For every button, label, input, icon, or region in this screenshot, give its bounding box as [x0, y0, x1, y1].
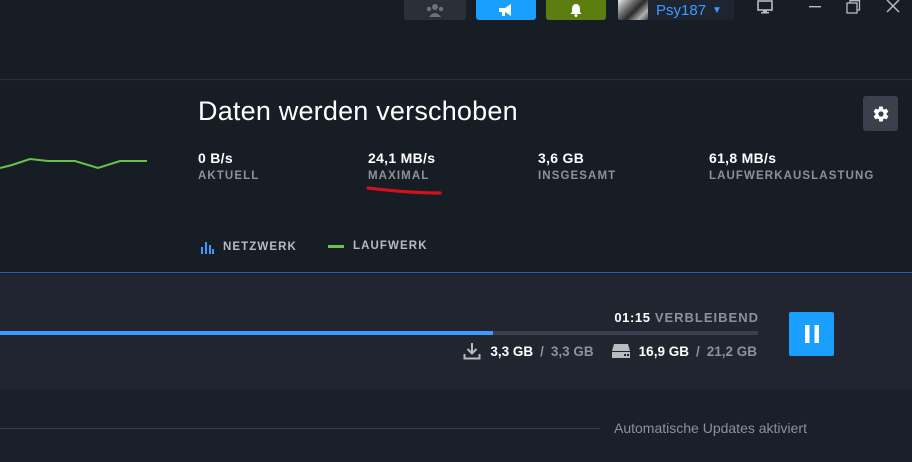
disk-graph-line	[0, 157, 147, 170]
bell-icon	[570, 4, 582, 17]
time-remaining-label: VERBLEIBEND	[654, 310, 759, 325]
megaphone-icon	[499, 4, 511, 16]
chevron-down-icon: ▼	[712, 5, 722, 16]
stat-label: INSGESAMT	[538, 170, 617, 182]
friends-icon	[426, 4, 444, 17]
legend-network-label: NETZWERK	[223, 241, 297, 253]
disk-current: 16,9 GB	[638, 343, 689, 359]
network-bars-icon	[201, 242, 214, 254]
notifications-button[interactable]	[546, 0, 606, 20]
user-menu[interactable]: Psy187 ▼	[648, 0, 734, 20]
friends-button[interactable]	[404, 0, 466, 20]
red-underline-annotation	[366, 186, 442, 195]
download-current: 3,3 GB	[490, 343, 534, 359]
stat-value: 0 B/s	[198, 150, 233, 166]
size-separator: /	[540, 343, 544, 359]
download-icon	[463, 343, 481, 360]
big-picture-button[interactable]	[752, 0, 778, 14]
maximize-icon	[846, 0, 861, 14]
stat-disk-usage: 61,8 MB/s LAUFWERKAUSLASTUNG	[709, 150, 874, 182]
minimize-button[interactable]	[802, 0, 828, 14]
time-remaining: 01:15 VERBLEIBEND	[614, 310, 759, 325]
stat-label: AKTUELL	[198, 170, 260, 182]
stat-total: 3,6 GB INSGESAMT	[538, 150, 616, 182]
download-stats-panel: Daten werden verschoben 0 B/s AKTUELL 24…	[0, 81, 912, 273]
monitor-icon	[757, 0, 773, 14]
announcements-button[interactable]	[476, 0, 536, 20]
queue-section: Automatische Updates aktiviert	[0, 390, 912, 462]
maximize-button[interactable]	[840, 0, 866, 14]
disk-total: 21,2 GB	[706, 343, 757, 359]
legend-disk: LAUFWERK	[328, 240, 428, 252]
stat-label: LAUFWERKAUSLASTUNG	[709, 170, 875, 182]
stat-current: 0 B/s AKTUELL	[198, 150, 259, 182]
panel-title: Daten werden verschoben	[198, 96, 518, 126]
close-icon	[886, 0, 900, 13]
disk-line-icon	[328, 245, 344, 248]
size-separator: /	[695, 343, 700, 359]
username: Psy187	[656, 1, 707, 19]
download-sizes: 3,3 GB / 3,3 GB 16,9 GB / 21,2 GB	[463, 342, 757, 360]
top-bar: Psy187 ▼	[0, 0, 912, 80]
stat-peak: 24,1 MB/s MAXIMAL	[368, 150, 435, 182]
stat-label: MAXIMAL	[368, 170, 430, 182]
active-download-row: 01:15 VERBLEIBEND 3,3 GB / 3,3 GB 16,9 G…	[0, 274, 912, 390]
time-remaining-value: 01:15	[614, 310, 651, 325]
legend-disk-label: LAUFWERK	[353, 240, 428, 252]
gear-icon	[873, 105, 888, 122]
legend-network: NETZWERK	[200, 240, 297, 254]
divider	[0, 428, 600, 429]
progress-fill	[0, 331, 493, 335]
progress-bar	[0, 331, 758, 335]
hard-drive-icon	[611, 344, 630, 358]
minimize-icon	[809, 6, 821, 8]
avatar[interactable]	[618, 0, 648, 20]
stat-value: 24,1 MB/s	[368, 150, 436, 166]
stat-value: 3,6 GB	[538, 150, 585, 166]
close-button[interactable]	[880, 0, 906, 14]
download-total: 3,3 GB	[550, 343, 594, 359]
pause-icon	[804, 325, 819, 343]
auto-updates-status: Automatische Updates aktiviert	[614, 420, 807, 436]
stat-value: 61,8 MB/s	[709, 150, 777, 166]
pause-button[interactable]	[789, 312, 834, 356]
disk-usage-graph	[0, 157, 147, 170]
settings-button[interactable]	[863, 96, 898, 131]
